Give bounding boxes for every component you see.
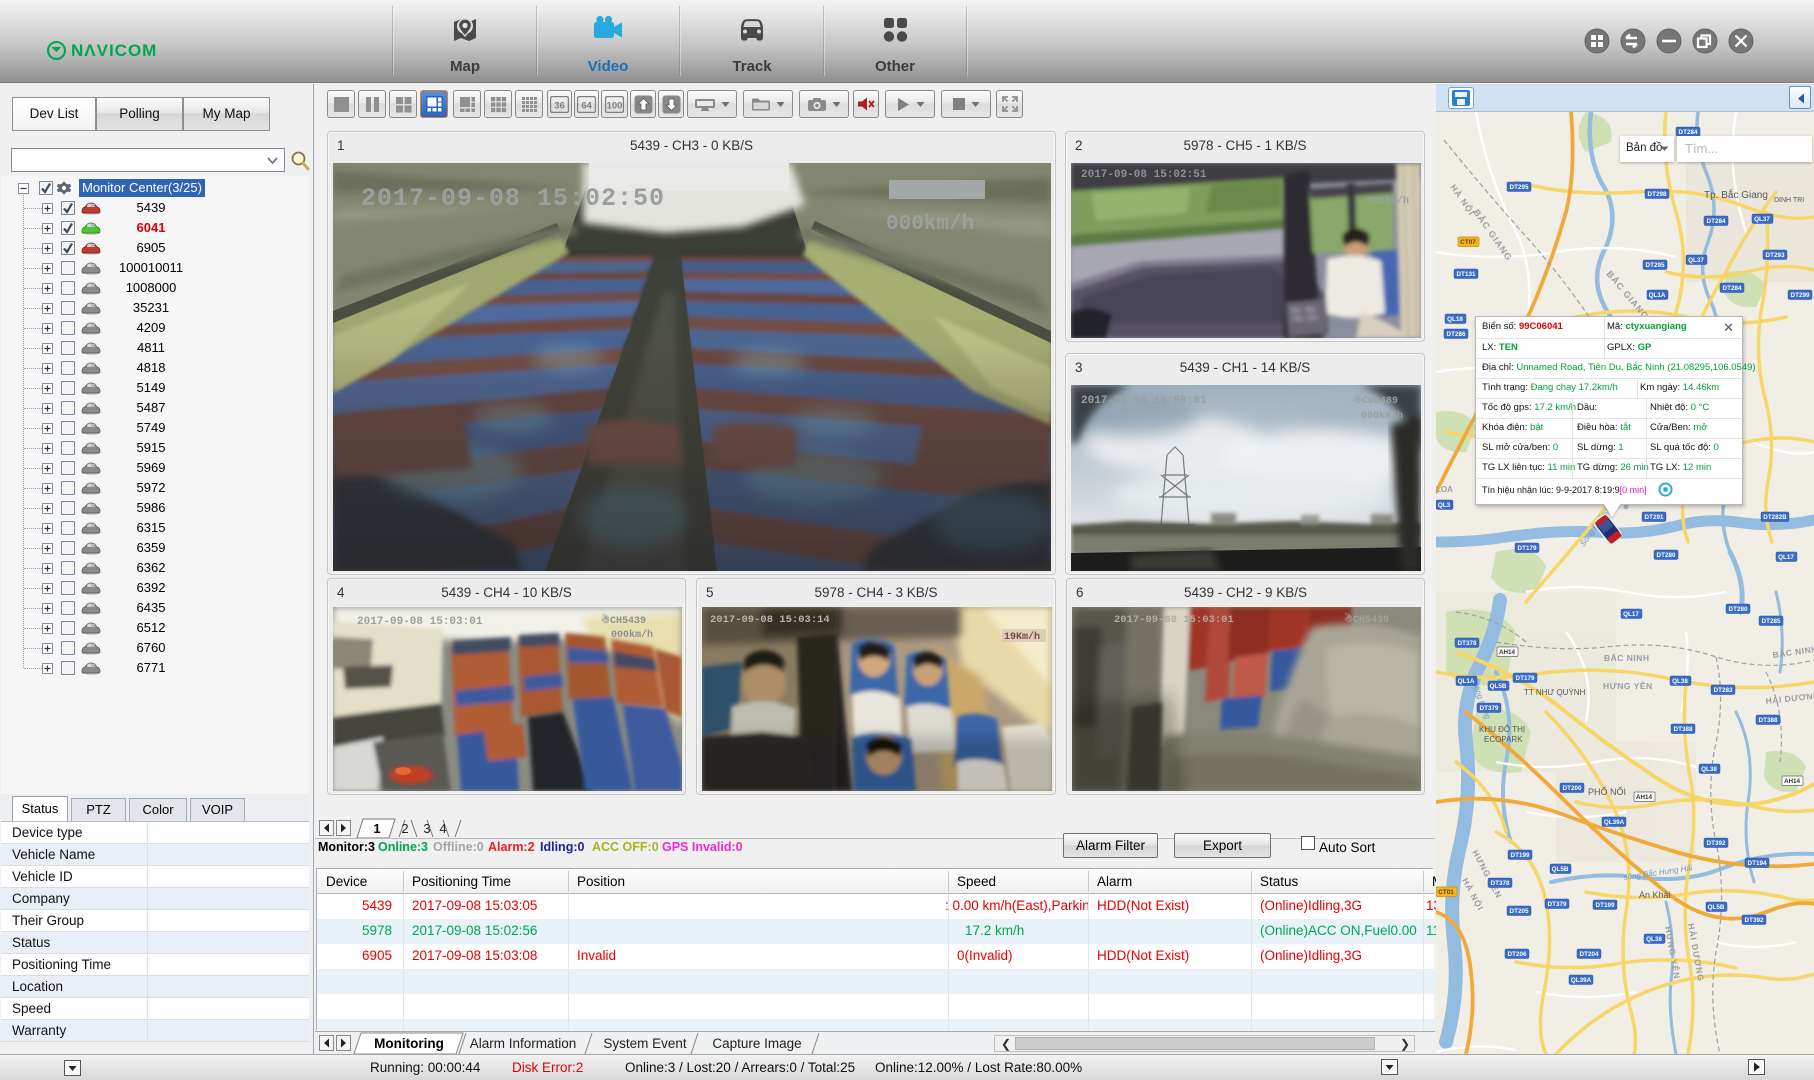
svg-text:000km/h: 000km/h xyxy=(611,629,653,641)
svg-text:LOA: LOA xyxy=(1436,485,1453,494)
svg-text:Capture Image: Capture Image xyxy=(712,1036,801,1051)
svg-text:DT179: DT179 xyxy=(1516,675,1535,682)
svg-text:DT299: DT299 xyxy=(1791,292,1810,299)
svg-text:☃CH5439: ☃CH5439 xyxy=(601,613,646,627)
svg-text:QL1A: QL1A xyxy=(1458,678,1475,685)
svg-text:DT378: DT378 xyxy=(1491,880,1510,887)
svg-text:DINH TRI: DINH TRI xyxy=(1774,197,1804,204)
svg-text:000km/h: 000km/h xyxy=(886,213,974,236)
svg-text:DT293: DT293 xyxy=(1766,252,1785,259)
svg-text:2017-09-08 15:03:01: 2017-09-08 15:03:01 xyxy=(357,616,483,628)
svg-text:DT280: DT280 xyxy=(1729,606,1748,613)
svg-text:CT07: CT07 xyxy=(1460,239,1476,246)
svg-text:QL3: QL3 xyxy=(1438,502,1451,509)
svg-text:DT388: DT388 xyxy=(1759,717,1778,724)
svg-text:AH14: AH14 xyxy=(1784,778,1801,785)
svg-text:QL5B: QL5B xyxy=(1708,904,1725,911)
svg-text:DT284: DT284 xyxy=(1723,285,1742,292)
svg-text:QL1A: QL1A xyxy=(1649,292,1666,299)
svg-text:QL17: QL17 xyxy=(1778,554,1794,561)
svg-text:DT392: DT392 xyxy=(1707,840,1726,847)
svg-text:DT295: DT295 xyxy=(1646,262,1665,269)
svg-text:An Khải: An Khải xyxy=(1639,890,1671,900)
svg-text:CT01: CT01 xyxy=(1438,889,1454,896)
svg-text:HƯNG YÊN: HƯNG YÊN xyxy=(1603,680,1653,691)
svg-text:100: 100 xyxy=(607,100,623,111)
svg-text:ECOPARK: ECOPARK xyxy=(1484,735,1523,744)
svg-text:QL18: QL18 xyxy=(1447,316,1463,323)
svg-text:DT284: DT284 xyxy=(1707,218,1726,225)
svg-text:Monitoring: Monitoring xyxy=(374,1036,444,1051)
svg-text:DT284: DT284 xyxy=(1679,129,1698,136)
svg-text:2017-09-08 15:03:01: 2017-09-08 15:03:01 xyxy=(1114,614,1234,626)
svg-text:DT295: DT295 xyxy=(1510,184,1529,191)
svg-text:QL37: QL37 xyxy=(1688,257,1704,264)
svg-text:DT194: DT194 xyxy=(1748,860,1767,867)
svg-text:TT NHƯ QUỲNH: TT NHƯ QUỲNH xyxy=(1524,688,1586,697)
svg-text:DT379: DT379 xyxy=(1548,901,1567,908)
svg-text:DT285: DT285 xyxy=(1762,618,1781,625)
svg-text:DT379: DT379 xyxy=(1480,705,1499,712)
svg-text:DT378: DT378 xyxy=(1458,640,1477,647)
svg-text:000km/h: 000km/h xyxy=(1352,628,1394,640)
svg-text:DT280: DT280 xyxy=(1657,552,1676,559)
svg-text:DT282B: DT282B xyxy=(1763,514,1787,521)
svg-text:19Km/h: 19Km/h xyxy=(1004,631,1040,643)
svg-text:DT200: DT200 xyxy=(1563,785,1582,792)
svg-text:DT388: DT388 xyxy=(1674,726,1693,733)
svg-text:QL38: QL38 xyxy=(1701,766,1717,773)
svg-text:DT199: DT199 xyxy=(1596,902,1615,909)
svg-text:QL17: QL17 xyxy=(1623,611,1639,618)
svg-text:64: 64 xyxy=(581,100,592,111)
svg-text:QL37: QL37 xyxy=(1754,216,1770,223)
svg-text:KHU ĐÔ THỊ: KHU ĐÔ THỊ xyxy=(1479,725,1525,734)
svg-text:BẮC NINH: BẮC NINH xyxy=(1604,653,1650,663)
svg-text:QL5B: QL5B xyxy=(1490,683,1507,690)
svg-text:2017-09-08 15:08:01: 2017-09-08 15:08:01 xyxy=(1081,395,1207,407)
svg-text:2017-09-08 15:03:14: 2017-09-08 15:03:14 xyxy=(710,614,830,626)
svg-text:2017-09-08 15:02:50: 2017-09-08 15:02:50 xyxy=(361,184,665,213)
svg-text:Tp. Bắc Giang: Tp. Bắc Giang xyxy=(1704,188,1768,201)
svg-text:QL5B: QL5B xyxy=(1552,866,1569,873)
svg-text:PHỐ NỐI: PHỐ NỐI xyxy=(1588,786,1626,797)
svg-text:☃CUG489: ☃CUG489 xyxy=(1353,393,1398,407)
svg-text:DT131: DT131 xyxy=(1457,271,1476,278)
svg-text:☃CH5439: ☃CH5439 xyxy=(1344,612,1389,626)
svg-text:DT291: DT291 xyxy=(1645,514,1664,521)
svg-text:DT199: DT199 xyxy=(1511,852,1530,859)
svg-text:DT286: DT286 xyxy=(1447,331,1466,338)
svg-text:QL39A: QL39A xyxy=(1604,819,1625,826)
svg-text:DT205: DT205 xyxy=(1510,908,1529,915)
svg-text:QL39A: QL39A xyxy=(1571,977,1592,984)
svg-text:36: 36 xyxy=(554,100,565,111)
svg-text:DT206: DT206 xyxy=(1508,951,1527,958)
svg-text:AH14: AH14 xyxy=(1636,794,1653,801)
svg-text:Alarm Information: Alarm Information xyxy=(470,1036,577,1051)
svg-text:2017-09-08 15:02:51: 2017-09-08 15:02:51 xyxy=(1081,169,1207,181)
svg-text:DT283: DT283 xyxy=(1714,687,1733,694)
svg-text:QL38: QL38 xyxy=(1672,678,1688,685)
svg-text:System Event: System Event xyxy=(603,1036,687,1051)
svg-text:021km/h: 021km/h xyxy=(1367,195,1409,207)
svg-text:DT298: DT298 xyxy=(1648,191,1667,198)
svg-text:DT392: DT392 xyxy=(1745,917,1764,924)
svg-text:DT179: DT179 xyxy=(1518,545,1537,552)
svg-text:QL38: QL38 xyxy=(1646,936,1662,943)
svg-text:DT204: DT204 xyxy=(1580,951,1599,958)
svg-text:000km/h: 000km/h xyxy=(1361,410,1403,422)
svg-text:AH14: AH14 xyxy=(1499,649,1516,656)
